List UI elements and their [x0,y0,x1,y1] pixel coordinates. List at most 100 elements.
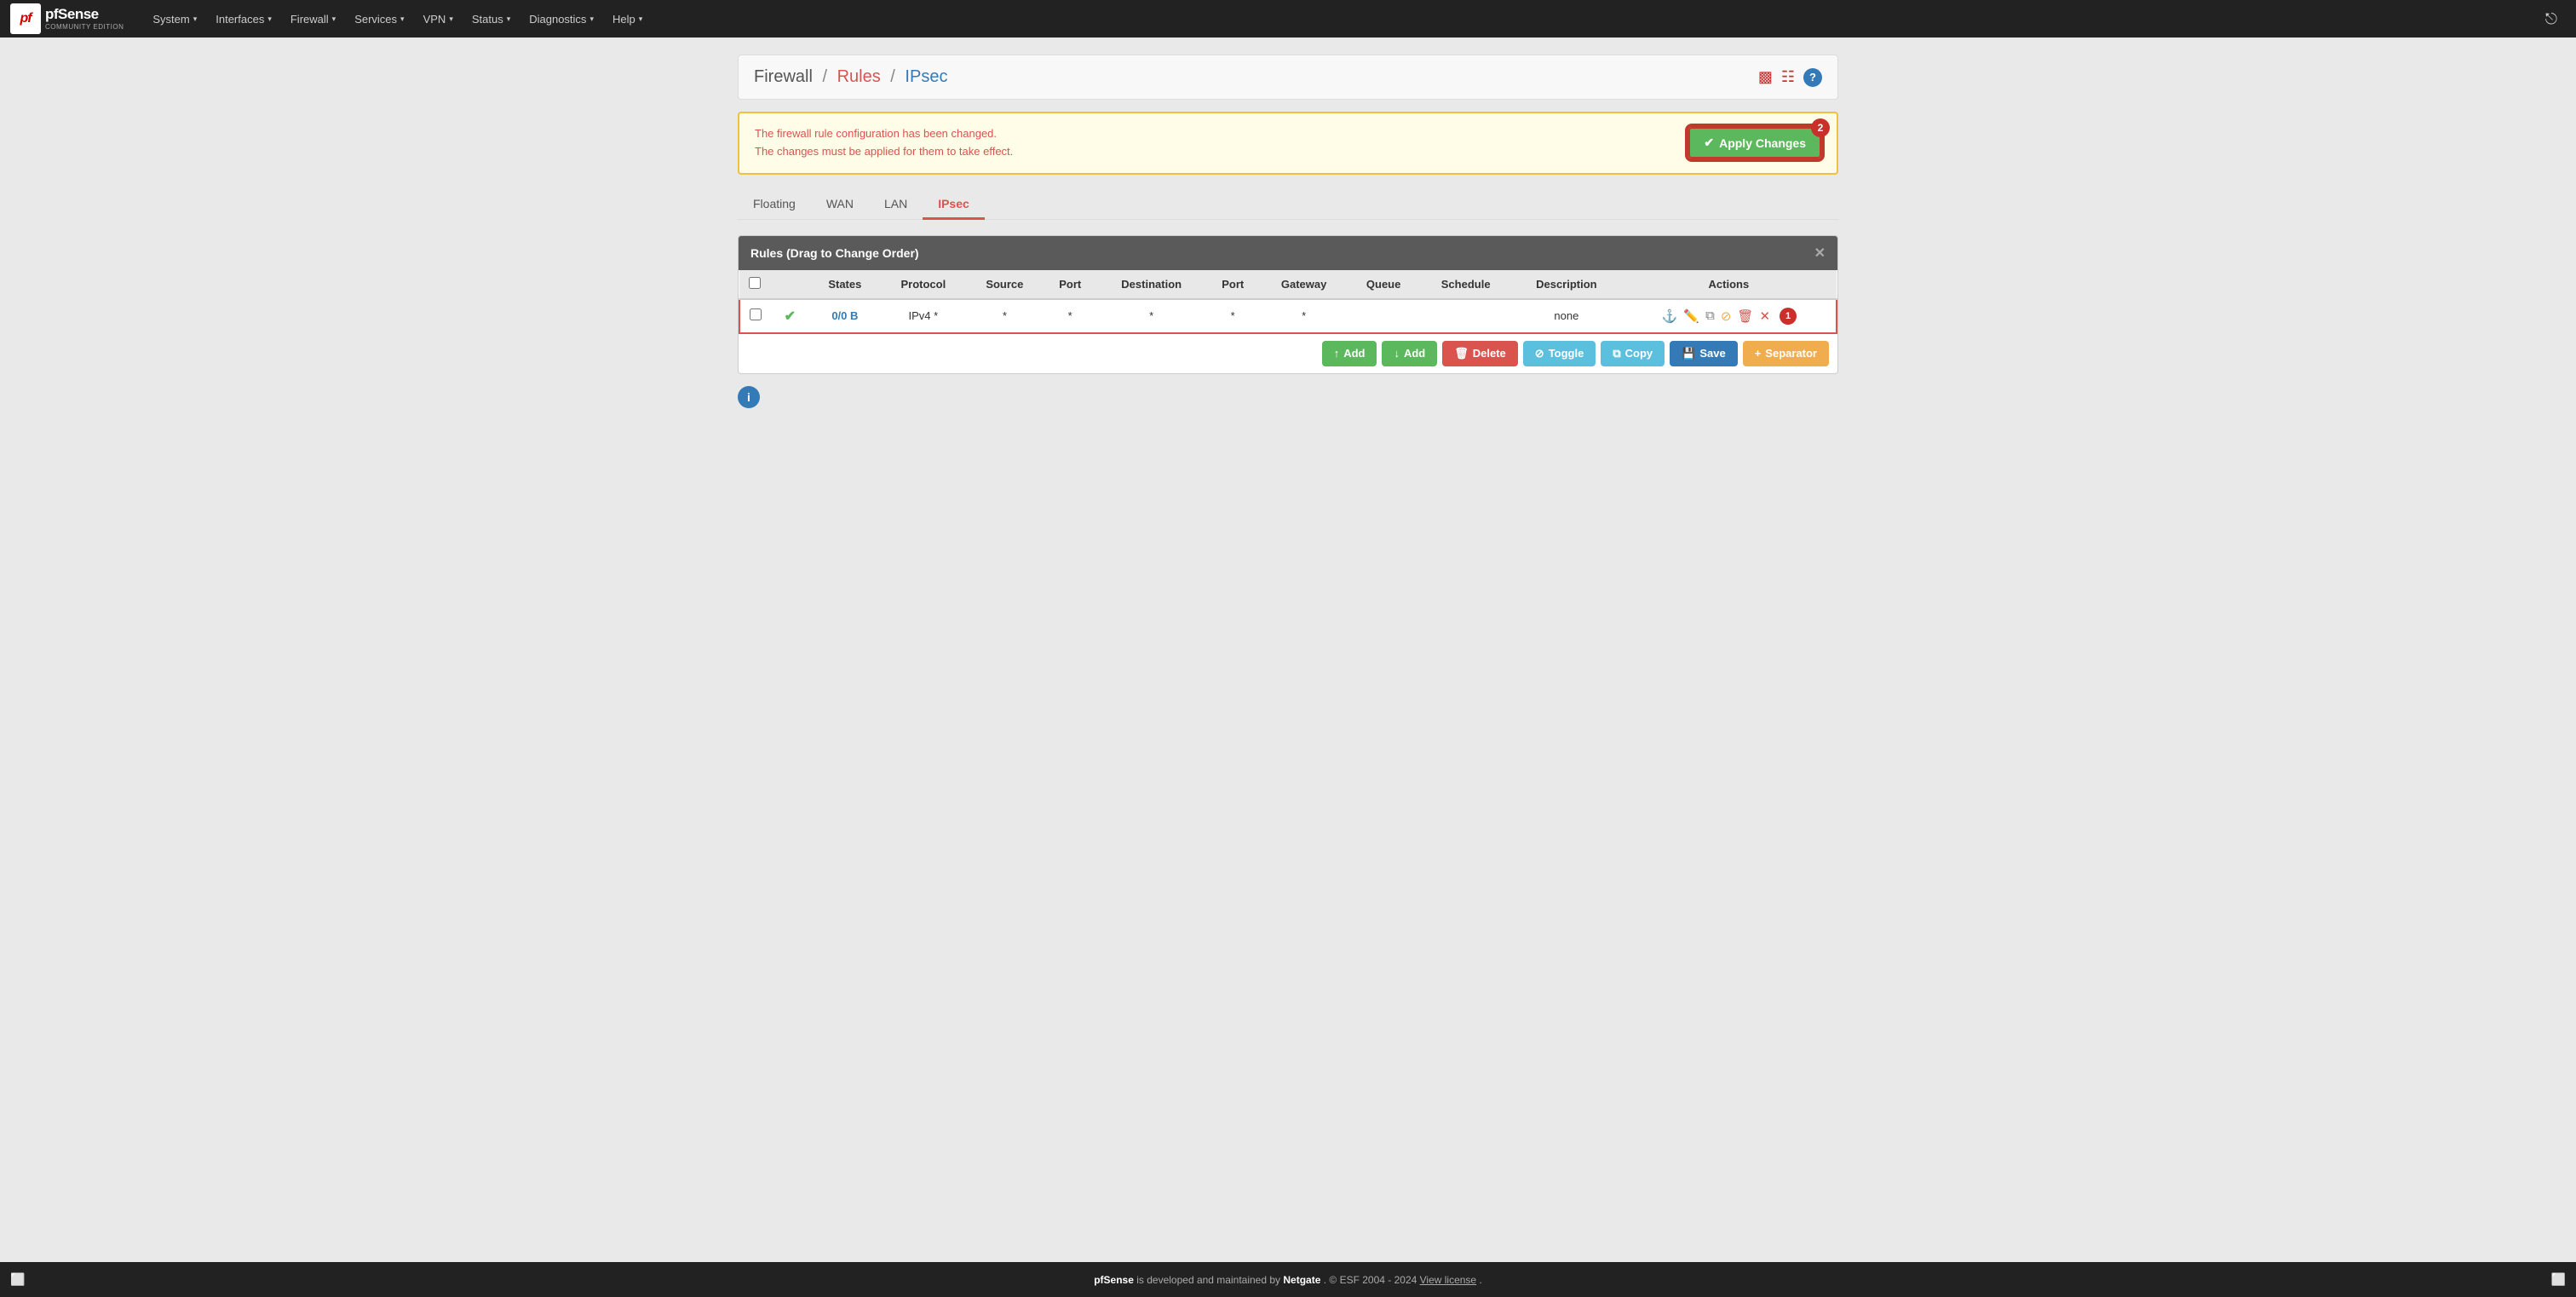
help-icon[interactable]: ? [1803,68,1822,87]
row-enabled-cell: ✔ [770,299,810,333]
rules-table: States Protocol Source Port Destination … [739,270,1837,334]
row-schedule-cell [1419,299,1512,333]
nav-help[interactable]: Help▾ [604,8,651,31]
top-navbar: pf pfSense COMMUNITY EDITION System▾ Int… [0,0,2576,37]
caret-icon: ▾ [449,14,453,24]
row-number-badge: 1 [1780,308,1797,325]
nav-vpn[interactable]: VPN▾ [415,8,462,31]
col-protocol: Protocol [880,270,967,299]
rule-enabled-icon: ✔ [785,309,796,324]
checkmark-icon: ✔ [1704,135,1714,150]
apply-changes-button[interactable]: ✔ Apply Changes [1688,127,1821,159]
alert-banner: The firewall rule configuration has been… [738,112,1838,175]
col-status [770,270,810,299]
disable-icon[interactable]: ⊘ [1719,307,1734,326]
rules-table-section: Rules (Drag to Change Order) ✕ States Pr… [738,235,1838,374]
tab-floating[interactable]: Floating [738,190,811,220]
table-header-row: States Protocol Source Port Destination … [739,270,1837,299]
col-actions: Actions [1621,270,1837,299]
row-states-cell: 0/0 B [810,299,880,333]
col-destination: Destination [1097,270,1205,299]
row-protocol-cell: IPv4 * [880,299,967,333]
footer-brand: pfSense [1094,1274,1134,1286]
tab-ipsec[interactable]: IPsec [923,190,985,220]
anchor-icon[interactable]: ⚓ [1660,307,1680,326]
footer-license-link[interactable]: View license [1420,1274,1476,1286]
footer-suffix: . [1479,1274,1481,1286]
nav-status[interactable]: Status▾ [463,8,519,31]
toggle-icon: ⊘ [1535,347,1544,360]
page-footer: ⬜ pfSense is developed and maintained by… [0,1262,2576,1297]
delete-btn-icon: 🗑 [1454,347,1469,360]
separator-button[interactable]: + Separator [1743,341,1829,366]
nav-firewall[interactable]: Firewall▾ [282,8,344,31]
nav-menu: System▾ Interfaces▾ Firewall▾ Services▾ … [144,8,2536,31]
header-icons: ▩ ☷ ? [1758,68,1822,87]
col-description: Description [1512,270,1621,299]
brand-name: pfSense [45,6,124,23]
delete-button[interactable]: 🗑 Delete [1442,341,1518,366]
list-icon[interactable]: ☷ [1781,68,1795,86]
copy-btn-icon: ⧉ [1613,347,1620,360]
save-button[interactable]: 💾 Save [1670,341,1738,366]
alert-text: The firewall rule configuration has been… [755,125,1013,161]
row-queue-cell [1348,299,1419,333]
tab-lan[interactable]: LAN [869,190,923,220]
pending-count-badge: 2 [1811,118,1830,137]
tab-wan[interactable]: WAN [811,190,869,220]
footer-netgate: Netgate [1283,1274,1320,1286]
nav-interfaces[interactable]: Interfaces▾ [207,8,280,31]
row-source-cell: * [967,299,1043,333]
nav-services[interactable]: Services▾ [346,8,412,31]
arrow-up-icon: ↑ [1334,347,1340,360]
nav-logout[interactable]: ⎋ [2537,5,2566,33]
col-queue: Queue [1348,270,1419,299]
page-header: Firewall / Rules / IPsec ▩ ☷ ? [738,55,1838,100]
footer-copyright: . © ESF 2004 - 2024 [1324,1274,1420,1286]
table-header-close-icon[interactable]: ✕ [1814,245,1826,262]
row-checkbox-cell [739,299,770,333]
brand-logo-area[interactable]: pf pfSense COMMUNITY EDITION [10,3,124,34]
caret-icon: ▾ [193,14,198,24]
bottom-action-bar: ↑ Add ↓ Add 🗑 Delete ⊘ Toggle ⧉ Copy 💾 S [739,334,1837,373]
row-description-cell: none [1512,299,1621,333]
row-dstport-cell: * [1205,299,1260,333]
row-gateway-cell: * [1260,299,1348,333]
row-destination-cell: * [1097,299,1205,333]
copy-icon[interactable]: ⧉ [1704,307,1716,325]
col-schedule: Schedule [1419,270,1512,299]
footer-icon-right[interactable]: ⬜ [2551,1272,2566,1287]
interface-tabs: Floating WAN LAN IPsec [738,190,1838,220]
edit-icon[interactable]: ✏️ [1682,307,1701,326]
nav-system[interactable]: System▾ [144,8,205,31]
footer-icon-left[interactable]: ⬜ [10,1272,25,1287]
delete-icon[interactable]: 🗑 [1735,307,1755,326]
col-gateway: Gateway [1260,270,1348,299]
plus-icon: + [1755,347,1762,360]
chart-icon[interactable]: ▩ [1758,68,1773,86]
apply-changes-wrapper: ✔ Apply Changes 2 [1688,127,1821,159]
toggle-button[interactable]: ⊘ Toggle [1523,341,1596,366]
breadcrumb: Firewall / Rules / IPsec [754,67,947,87]
brand-edition: COMMUNITY EDITION [45,23,124,32]
main-content: Firewall / Rules / IPsec ▩ ☷ ? The firew… [717,37,1859,1262]
add-below-button[interactable]: ↓ Add [1382,341,1437,366]
caret-icon: ▾ [507,14,511,24]
table-header: Rules (Drag to Change Order) ✕ [739,236,1837,270]
add-above-button[interactable]: ↑ Add [1322,341,1377,366]
footer-middle-text: is developed and maintained by [1136,1274,1283,1286]
info-button[interactable]: i [738,386,760,408]
reject-icon[interactable]: ✕ [1757,307,1772,326]
pfsense-logo: pf [10,3,41,34]
col-source: Source [967,270,1043,299]
caret-icon: ▾ [589,14,594,24]
caret-icon: ▾ [267,14,272,24]
save-icon: 💾 [1682,347,1695,360]
caret-icon: ▾ [332,14,336,24]
col-checkbox [739,270,770,299]
row-checkbox[interactable] [750,308,762,320]
nav-diagnostics[interactable]: Diagnostics▾ [520,8,602,31]
select-all-checkbox[interactable] [749,277,761,289]
copy-button[interactable]: ⧉ Copy [1601,341,1665,366]
row-actions-cell: ⚓ ✏️ ⧉ ⊘ 🗑 ✕ 1 [1621,299,1837,333]
